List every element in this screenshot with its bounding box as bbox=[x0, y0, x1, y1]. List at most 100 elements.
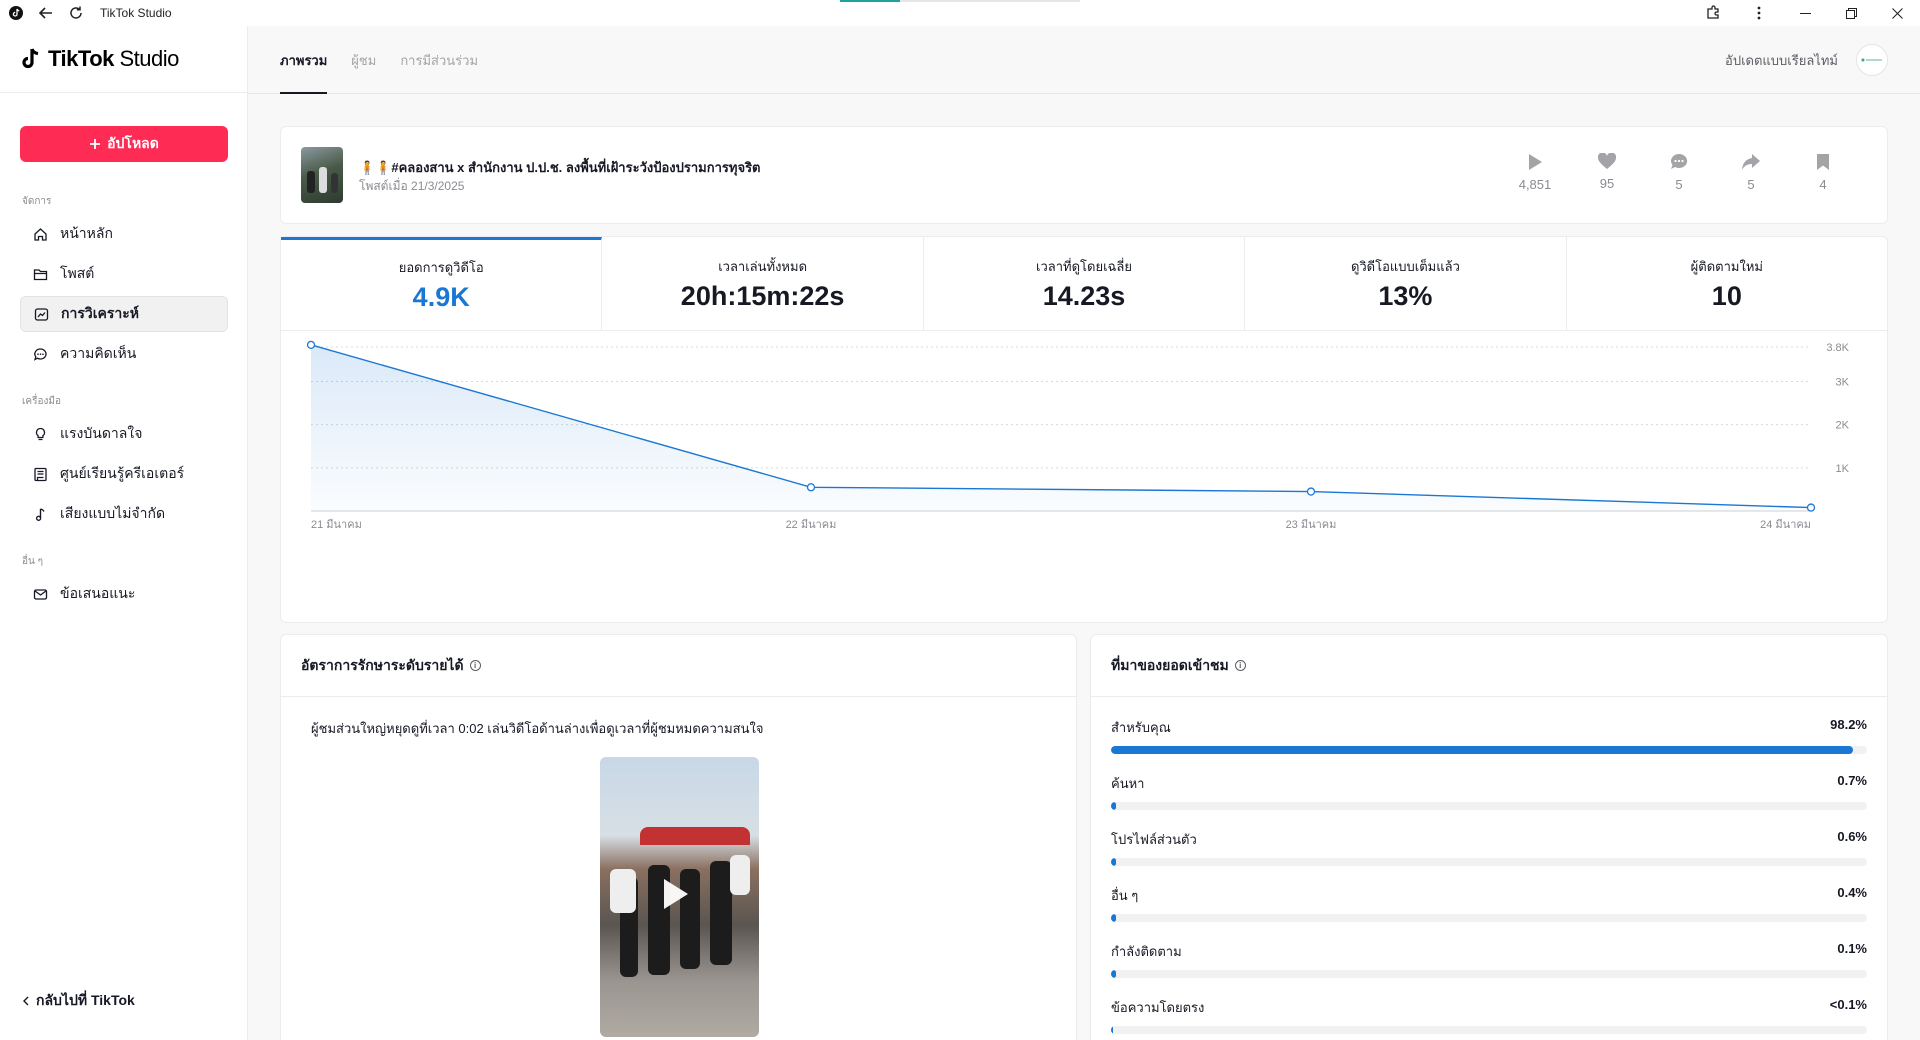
source-progress-bar bbox=[1111, 802, 1867, 810]
plus-icon bbox=[90, 139, 101, 149]
stat-likes: 95 bbox=[1571, 153, 1643, 192]
tiktok-logo-icon bbox=[22, 48, 39, 69]
chart-x-tick-label: 24 มีนาคม bbox=[1760, 518, 1811, 531]
metric-value: 14.23s bbox=[1042, 280, 1126, 311]
close-window-icon[interactable] bbox=[1874, 0, 1920, 26]
back-arrow-icon[interactable] bbox=[36, 3, 56, 23]
traffic-source-row: อื่น ๆ 0.4% bbox=[1111, 885, 1867, 922]
source-value: 0.1% bbox=[1837, 941, 1867, 956]
metric-average-watch-time[interactable]: เวลาที่ดูโดยเฉลี่ย 14.23s bbox=[924, 237, 1246, 330]
tiktok-studio-logo[interactable]: TikTok Studio bbox=[20, 46, 179, 72]
metric-new-followers[interactable]: ผู้ติดตามใหม่ 10 bbox=[1567, 237, 1887, 330]
top-navigation: ภาพรวม ผู้ชม การมีส่วนร่วม อัปเดตแบบเรีย… bbox=[248, 26, 1920, 94]
share-arrow-icon bbox=[1742, 154, 1760, 170]
play-icon bbox=[1529, 154, 1542, 170]
metric-watched-full-video[interactable]: ดูวิดีโอแบบเต็มแล้ว 13% bbox=[1245, 237, 1567, 330]
video-thumbnail[interactable] bbox=[301, 147, 343, 203]
analytics-icon bbox=[33, 306, 49, 322]
folder-icon bbox=[32, 266, 48, 282]
traffic-source-row: โปรไฟล์ส่วนตัว 0.6% bbox=[1111, 829, 1867, 866]
sidebar-divider bbox=[0, 92, 248, 93]
metric-value: 13% bbox=[1378, 280, 1433, 311]
page-load-progress-fill bbox=[840, 0, 900, 2]
tiktok-app-icon bbox=[6, 3, 26, 23]
chart-y-tick-label: 3K bbox=[1836, 377, 1850, 389]
source-label: อื่น ๆ bbox=[1111, 888, 1139, 903]
sidebar-item-unlimited-sounds[interactable]: เสียงแบบไม่จำกัด bbox=[20, 496, 228, 532]
more-vertical-icon[interactable] bbox=[1736, 0, 1782, 26]
source-label: สำหรับคุณ bbox=[1111, 720, 1171, 735]
chart-area-fill bbox=[311, 344, 1811, 511]
upload-button[interactable]: อัปโหลด bbox=[20, 126, 228, 162]
mail-icon bbox=[32, 586, 48, 602]
source-progress-fill bbox=[1111, 1026, 1114, 1034]
section-label-manage: จัดการ bbox=[22, 196, 52, 207]
stat-shares: 5 bbox=[1715, 153, 1787, 192]
source-progress-fill bbox=[1111, 858, 1116, 866]
traffic-source-row: กำลังติดตาม 0.1% bbox=[1111, 941, 1867, 978]
tab-overview[interactable]: ภาพรวม bbox=[280, 26, 328, 94]
sidebar-item-inspiration[interactable]: แรงบันดาลใจ bbox=[20, 416, 228, 452]
metric-value: 4.9K bbox=[412, 282, 470, 312]
minimize-icon[interactable] bbox=[1782, 0, 1828, 26]
chart-x-tick-label: 21 มีนาคม bbox=[311, 518, 362, 531]
source-progress-bar bbox=[1111, 914, 1867, 922]
retention-video-player[interactable] bbox=[600, 757, 759, 1037]
source-progress-fill bbox=[1111, 802, 1117, 810]
realtime-update-label: อัปเดตแบบเรียลไทม์ bbox=[1725, 52, 1838, 68]
window-title: TikTok Studio bbox=[100, 6, 172, 20]
source-label: กำลังติดตาม bbox=[1111, 944, 1182, 959]
tab-engagement[interactable]: การมีส่วนร่วม bbox=[400, 26, 478, 94]
sidebar-item-home[interactable]: หน้าหลัก bbox=[20, 216, 228, 252]
saves-count: 4 bbox=[1819, 177, 1827, 192]
info-icon[interactable]: i bbox=[469, 660, 481, 671]
source-value: 0.7% bbox=[1837, 773, 1867, 788]
avatar[interactable] bbox=[1856, 44, 1888, 76]
traffic-source-card: ที่มาของยอดเข้าชม i สำหรับคุณ 98.2% ค้นหา… bbox=[1090, 634, 1888, 1040]
stat-comments: 5 bbox=[1643, 153, 1715, 192]
metric-value: 20h:15m:22s bbox=[680, 280, 845, 311]
chart-x-tick-label: 22 มีนาคม bbox=[786, 518, 837, 531]
chart-y-tick-label: 1K bbox=[1836, 463, 1850, 475]
back-to-tiktok-link[interactable]: กลับไปที่ TikTok bbox=[22, 990, 135, 1012]
window-titlebar: TikTok Studio bbox=[0, 0, 1920, 26]
stat-views: 4,851 bbox=[1499, 153, 1571, 192]
retention-title: อัตราการรักษาระดับรายได้ bbox=[301, 656, 464, 673]
sidebar-item-posts[interactable]: โพสต์ bbox=[20, 256, 228, 292]
sidebar-item-creator-academy[interactable]: ศูนย์เรียนรู้ครีเอเตอร์ bbox=[20, 456, 228, 492]
metric-label: ผู้ติดตามใหม่ bbox=[1690, 258, 1763, 274]
metric-video-views[interactable]: ยอดการดูวิดีโอ 4.9K bbox=[281, 237, 603, 330]
chart-data-point bbox=[1806, 503, 1816, 512]
comments-count: 5 bbox=[1675, 177, 1683, 192]
logo-wordmark: TikTok Studio bbox=[48, 46, 179, 72]
sidebar: TikTok Studio อัปโหลด จัดการ หน้าหลัก โพ… bbox=[0, 26, 248, 1040]
extensions-icon[interactable] bbox=[1690, 0, 1736, 26]
restore-icon[interactable] bbox=[1828, 0, 1874, 26]
sidebar-item-label: แรงบันดาลใจ bbox=[60, 425, 143, 441]
source-progress-bar bbox=[1111, 1026, 1867, 1034]
likes-count: 95 bbox=[1599, 176, 1615, 191]
play-icon[interactable] bbox=[664, 879, 688, 909]
metric-label: เวลาเล่นทั้งหมด bbox=[718, 258, 808, 274]
sidebar-item-label: ข้อเสนอแนะ bbox=[60, 585, 136, 601]
source-progress-fill bbox=[1111, 746, 1854, 754]
sidebar-item-label: ศูนย์เรียนรู้ครีเอเตอร์ bbox=[60, 465, 185, 481]
traffic-source-header: ที่มาของยอดเข้าชม i bbox=[1091, 635, 1887, 697]
retention-card: อัตราการรักษาระดับรายได้ i ผู้ชมส่วนใหญ่… bbox=[280, 634, 1077, 1040]
sidebar-item-analytics[interactable]: การวิเคราะห์ bbox=[20, 296, 228, 332]
shares-count: 5 bbox=[1747, 177, 1755, 192]
page-load-progress bbox=[840, 0, 1080, 2]
logo-brand: TikTok bbox=[48, 46, 114, 71]
sidebar-item-feedback[interactable]: ข้อเสนอแนะ bbox=[20, 576, 228, 612]
source-progress-bar bbox=[1111, 858, 1867, 866]
metric-total-play-time[interactable]: เวลาเล่นทั้งหมด 20h:15m:22s bbox=[602, 237, 924, 330]
refresh-icon[interactable] bbox=[66, 3, 86, 23]
video-title: 🧍🧍#คลองสาน x สำนักงาน ป.ป.ช. ลงพื้นที่เฝ… bbox=[359, 160, 761, 175]
upload-button-label: อัปโหลด bbox=[107, 135, 159, 151]
chart-data-point bbox=[806, 483, 816, 492]
book-icon bbox=[32, 466, 48, 482]
sidebar-item-comments[interactable]: ความคิดเห็น bbox=[20, 336, 228, 372]
tab-viewers[interactable]: ผู้ชม bbox=[351, 26, 376, 94]
info-icon[interactable]: i bbox=[1234, 660, 1246, 671]
logo-suffix: Studio bbox=[119, 46, 180, 71]
